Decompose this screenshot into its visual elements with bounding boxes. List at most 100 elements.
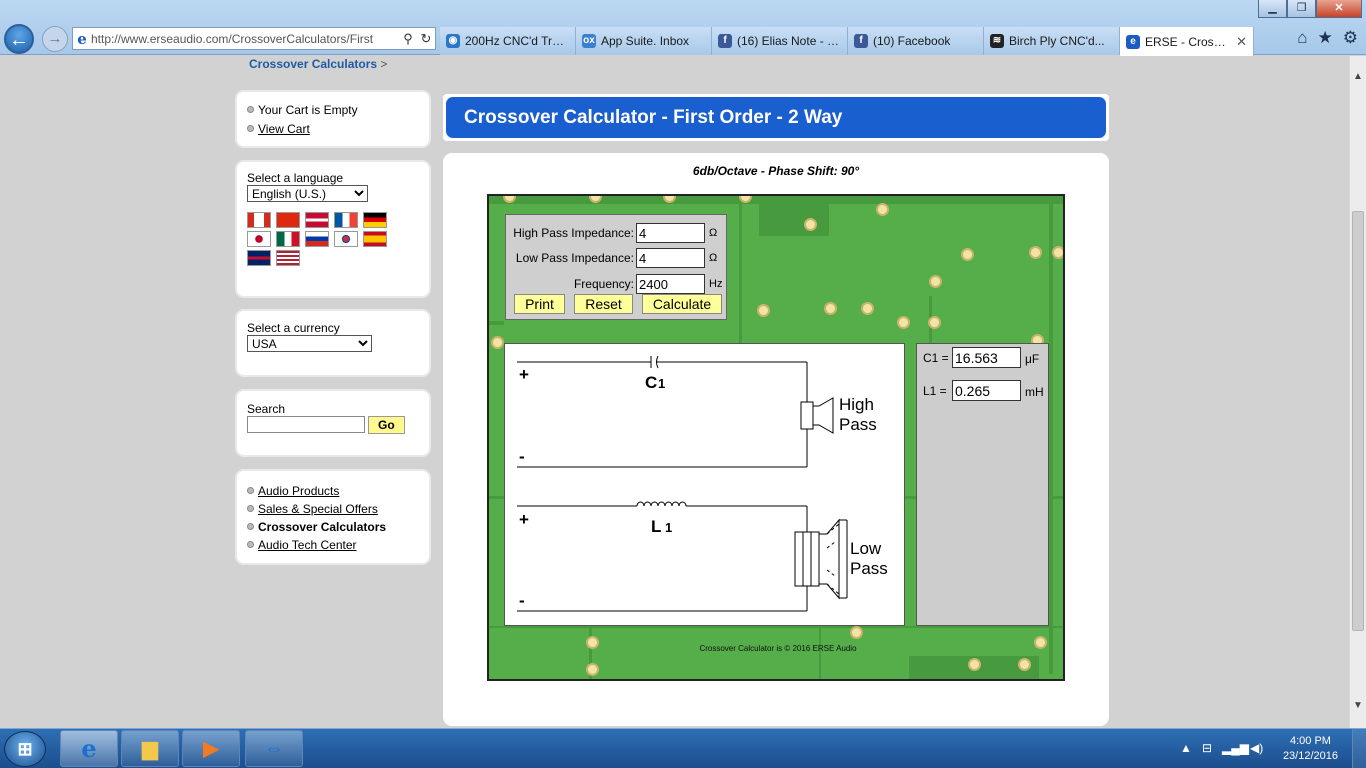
language-label: Select a language <box>247 171 344 185</box>
nav-link[interactable]: Audio Tech Center <box>258 538 357 552</box>
gear-icon[interactable]: ⚙ <box>1343 28 1358 48</box>
refresh-icon[interactable]: ↻ <box>417 31 435 47</box>
search-input[interactable] <box>247 416 365 433</box>
teamviewer-icon[interactable]: ⇔ <box>245 730 303 767</box>
results-panel: C1 = μF L1 = mH <box>916 343 1049 626</box>
home-icon[interactable]: ⌂ <box>1297 28 1307 48</box>
minimize-icon[interactable]: ▁ <box>1258 0 1287 18</box>
flag-korea-icon[interactable] <box>334 231 358 247</box>
address-bar[interactable]: e http://www.erseaudio.com/CrossoverCalc… <box>72 27 436 50</box>
browser-tab[interactable]: e ERSE - Crossov... ✕ <box>1120 27 1254 56</box>
usb-icon[interactable]: ⊟ <box>1202 741 1212 755</box>
hp-plus-sign: + <box>519 365 529 384</box>
clock-date: 23/12/2016 <box>1282 750 1338 762</box>
flag-spain-icon[interactable] <box>363 231 387 247</box>
ie-taskbar-icon[interactable]: e <box>60 730 118 767</box>
url-text[interactable]: http://www.erseaudio.com/CrossoverCalcul… <box>91 32 399 46</box>
frequency-input[interactable] <box>636 274 705 294</box>
currency-select[interactable]: USA <box>247 335 372 352</box>
browser-tab-label: Birch Ply CNC'd... <box>1009 34 1105 48</box>
restore-icon[interactable]: ❐ <box>1287 0 1316 18</box>
browser-tab[interactable]: ≋ Birch Ply CNC'd... <box>984 27 1120 55</box>
nav-box: Audio Products Sales & Special Offers Cros… <box>235 469 431 565</box>
high-pass-input[interactable] <box>636 223 705 243</box>
reset-button[interactable]: Reset <box>574 294 633 314</box>
flag-canada-icon[interactable] <box>247 212 271 228</box>
l1-label: L1 = <box>923 384 947 398</box>
nav-list: Audio Products Sales & Special Offers Cros… <box>247 482 419 554</box>
low-pass-input[interactable] <box>636 248 705 268</box>
nav-item: Audio Products <box>247 482 419 500</box>
flag-germany-icon[interactable] <box>363 212 387 228</box>
woofer-cone-lines <box>826 523 840 595</box>
scroll-down-icon[interactable]: ▼ <box>1350 697 1366 714</box>
media-player-icon[interactable]: ▶ <box>182 730 240 767</box>
low-pass-row: Low Pass Impedance: Ω <box>506 247 728 269</box>
back-button[interactable]: ← <box>4 24 34 54</box>
ie-page-icon: e <box>77 29 87 48</box>
close-tab-icon[interactable]: ✕ <box>1236 34 1247 50</box>
clock[interactable]: 4:00 PM 23/12/2016 <box>1283 734 1338 764</box>
browser-tab[interactable]: ◉ 200Hz CNC'd Trac... <box>440 27 576 55</box>
nav-link[interactable]: Audio Products <box>258 484 339 498</box>
pcb-pad <box>968 658 981 671</box>
l1-output[interactable] <box>952 380 1021 401</box>
browser-toolbar-icons: ⌂ ★ ⚙ <box>1297 28 1358 48</box>
low-pass-label: Low Pass Impedance: <box>515 251 634 265</box>
low-pass-speaker-label-2: Pass <box>850 559 888 578</box>
close-window-icon[interactable]: ✕ <box>1316 0 1362 18</box>
browser-tab[interactable]: f (10) Facebook <box>848 27 984 55</box>
l1-row: L1 = mH <box>917 380 1050 402</box>
web-page: Crossover Calculators > Your Cart is Emp… <box>0 56 1349 728</box>
lp-plus-sign: + <box>519 510 529 529</box>
explorer-folder-icon[interactable]: ▆ <box>121 730 179 767</box>
favorites-star-icon[interactable]: ★ <box>1318 28 1333 48</box>
show-desktop-button[interactable] <box>1352 729 1366 768</box>
calculator-panel: 6db/Octave - Phase Shift: 90° High Pass … <box>443 153 1109 726</box>
start-button[interactable]: ⊞ <box>4 731 46 767</box>
browser-tab-label: (16) Elias Note - Eli... <box>737 34 841 48</box>
windows-taskbar: ⊞ e ▆ ▶ ⇔ ▲ ⊟ ▂▄▆ ◀) 4:00 PM 23/12/2016 <box>0 728 1366 768</box>
vertical-scrollbar[interactable]: ▲ ▼ <box>1349 56 1366 728</box>
frequency-label: Frequency: <box>573 277 634 291</box>
flag-uk-icon[interactable] <box>247 250 271 266</box>
flag-japan-icon[interactable] <box>247 231 271 247</box>
print-button[interactable]: Print <box>514 294 565 314</box>
currency-label: Select a currency <box>247 321 340 335</box>
go-button[interactable]: Go <box>368 416 405 434</box>
language-select[interactable]: English (U.S.) <box>247 185 368 202</box>
nav-link[interactable]: Crossover Calculators <box>258 520 386 534</box>
view-cart-row: View Cart <box>247 122 419 136</box>
flag-mexico-icon[interactable] <box>276 231 300 247</box>
flag-china-icon[interactable] <box>276 212 300 228</box>
flag-russia-icon[interactable] <box>305 231 329 247</box>
browser-tab[interactable]: f (16) Elias Note - Eli... <box>712 27 848 55</box>
browser-tab[interactable]: ox App Suite. Inbox <box>576 27 712 55</box>
pcb-pad <box>824 302 837 315</box>
c1-output[interactable] <box>952 347 1021 368</box>
volume-icon[interactable]: ◀) <box>1250 741 1263 755</box>
network-signal-icon[interactable]: ▂▄▆ <box>1222 741 1249 755</box>
c1-unit: μF <box>1025 352 1040 366</box>
nav-link[interactable]: Sales & Special Offers <box>258 502 378 516</box>
pcb-pad <box>586 663 599 676</box>
scroll-up-icon[interactable]: ▲ <box>1350 68 1366 85</box>
breadcrumb-link[interactable]: Crossover Calculators <box>249 57 377 71</box>
view-cart-link[interactable]: View Cart <box>258 122 310 136</box>
scroll-thumb[interactable] <box>1352 211 1364 631</box>
breadcrumb: Crossover Calculators > <box>249 57 387 71</box>
browser-chrome: ▁ ❐ ✕ ← → e http://www.erseaudio.com/Cro… <box>0 0 1366 56</box>
flag-usa-icon[interactable] <box>276 250 300 266</box>
bullet-icon <box>247 125 254 132</box>
c1-label: C1 = <box>923 351 949 365</box>
pcb-trace <box>739 204 742 344</box>
pcb-pad <box>1052 246 1063 259</box>
flag-france-icon[interactable] <box>334 212 358 228</box>
flag-denmark-icon[interactable] <box>305 212 329 228</box>
calculate-button[interactable]: Calculate <box>642 294 722 314</box>
tray-expand-icon[interactable]: ▲ <box>1180 741 1192 755</box>
search-icon[interactable]: ⚲ <box>399 31 417 47</box>
facebook-icon: f <box>854 34 868 48</box>
high-pass-row: High Pass Impedance: Ω <box>506 222 728 244</box>
forward-button[interactable]: → <box>42 26 68 52</box>
